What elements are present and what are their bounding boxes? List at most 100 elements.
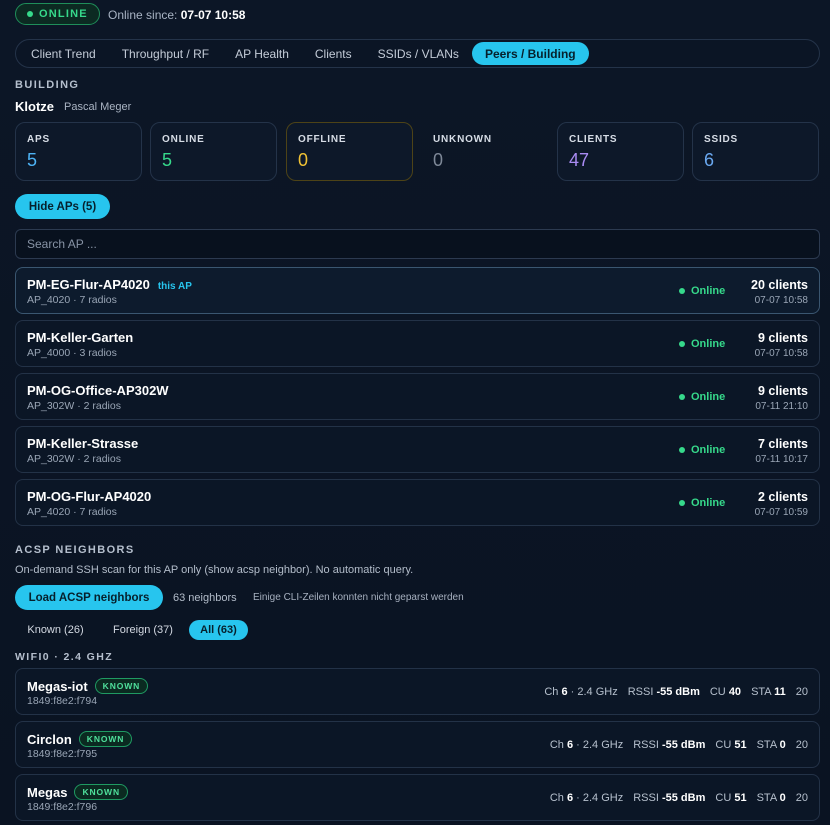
neighbor-row[interactable]: Megas KNOWN 1849:f8e2:f796 Ch 6 · 2.4 GHz… (15, 774, 820, 821)
neighbor-mac: 1849:f8e2:f795 (27, 748, 98, 760)
ap-row[interactable]: PM-OG-Office-AP302W AP_302W · 2 radios O… (15, 373, 820, 420)
ap-clients: 9 clients (757, 331, 808, 345)
ap-model: AP_4020 · 7 radios (27, 294, 117, 306)
sta-label: STA (751, 686, 772, 698)
ap-timestamp: 07-11 21:10 (755, 401, 808, 412)
status-dot-icon (679, 500, 685, 506)
building-section-label: BUILDING (15, 79, 80, 91)
neighbor-name: Circlon (27, 731, 72, 747)
band-value: · 2.4 GHz (570, 686, 618, 698)
ap-model: AP_4000 · 3 radios (27, 347, 117, 359)
this-ap-tag: this AP (157, 281, 192, 292)
ap-clients: 2 clients (757, 490, 808, 504)
sta-value: 11 (774, 686, 786, 698)
extra-value: 20 (795, 686, 808, 698)
ap-clients: 7 clients (757, 437, 808, 451)
neighbor-count: 63 neighbors (173, 592, 237, 604)
online-since: Online since: 07-07 10:58 (108, 8, 245, 22)
sta-label: STA (756, 739, 777, 751)
neighbor-meta: Ch 6 · 2.4 GHz RSSI -55 dBm CU 51 STA 0 20 (550, 792, 808, 804)
band-value: · 2.4 GHz (576, 739, 624, 751)
known-badge: KNOWN (78, 731, 133, 747)
status-dot-icon (27, 11, 33, 17)
ap-clients: 9 clients (757, 384, 808, 398)
ap-status: Online (691, 285, 726, 297)
status-dot-icon (679, 288, 685, 294)
ap-timestamp: 07-07 10:58 (754, 348, 808, 359)
ap-status: Online (691, 444, 726, 456)
filter-known[interactable]: Known (26) (18, 620, 93, 640)
ch-label: Ch (549, 792, 564, 804)
search-ap-input[interactable] (15, 229, 820, 259)
rssi-label: RSSI (633, 739, 659, 751)
building-owner: Pascal Meger (64, 101, 132, 113)
rssi-value: -55 dBm (661, 792, 706, 804)
sta-label: STA (756, 792, 777, 804)
stat-value: 47 (569, 150, 590, 170)
ap-status: Online (691, 391, 726, 403)
stat-value: 0 (433, 150, 444, 170)
ch-value: 6 (566, 739, 574, 751)
load-acsp-neighbors-button[interactable]: Load ACSP neighbors (15, 585, 163, 610)
ap-row[interactable]: PM-Keller-Garten AP_4000 · 3 radios Onli… (15, 320, 820, 367)
stat-value: 0 (298, 150, 309, 170)
cu-label: CU (715, 792, 732, 804)
cu-label: CU (709, 686, 726, 698)
status-dot-icon (679, 394, 685, 400)
acsp-section-label: ACSP NEIGHBORS (15, 544, 135, 556)
neighbor-name: Megas (27, 784, 68, 800)
cu-value: 51 (734, 792, 747, 804)
ap-row[interactable]: PM-EG-Flur-AP4020 this AP AP_4020 · 7 rad… (15, 267, 820, 314)
stat-label: OFFLINE (298, 134, 347, 145)
stat-card-aps: APS 5 (15, 122, 142, 181)
status-dot-icon (679, 447, 685, 453)
tab-throughput-rf[interactable]: Throughput / RF (109, 42, 222, 65)
cu-label: CU (715, 739, 732, 751)
stat-label: UNKNOWN (433, 134, 492, 145)
status-dot-icon (679, 341, 685, 347)
online-status-badge: ONLINE (15, 3, 100, 25)
filter-all[interactable]: All (63) (189, 620, 248, 640)
online-since-value: 07-07 10:58 (180, 8, 246, 22)
stat-card-unknown: UNKNOWN 0 (421, 122, 548, 181)
tab-ssids-vlans[interactable]: SSIDs / VLANs (365, 42, 472, 65)
sta-value: 0 (779, 792, 786, 804)
ap-timestamp: 07-07 10:59 (754, 507, 808, 518)
tab-client-trend[interactable]: Client Trend (18, 42, 109, 65)
neighbor-row[interactable]: Circlon KNOWN 1849:f8e2:f795 Ch 6 · 2.4 G… (15, 721, 820, 768)
ap-name: PM-OG-Flur-AP4020 (27, 489, 152, 504)
ap-name: PM-EG-Flur-AP4020 (27, 277, 150, 292)
rssi-label: RSSI (633, 792, 659, 804)
filter-foreign[interactable]: Foreign (37) (103, 620, 183, 640)
neighbor-name: Megas-iot (27, 678, 88, 694)
band-label: WIFI0 · 2.4 GHZ (15, 651, 114, 663)
stat-value: 6 (704, 150, 715, 170)
ap-clients: 20 clients (751, 278, 808, 292)
status-label: ONLINE (39, 8, 88, 20)
hide-aps-button[interactable]: Hide APs (5) (15, 194, 110, 219)
stat-card-offline: OFFLINE 0 (286, 122, 413, 181)
ap-model: AP_4020 · 7 radios (27, 506, 117, 518)
stat-value: 5 (27, 150, 38, 170)
ap-row[interactable]: PM-Keller-Strasse AP_302W · 2 radios Onl… (15, 426, 820, 473)
stat-value: 5 (162, 150, 173, 170)
neighbor-mac: 1849:f8e2:f794 (27, 695, 98, 707)
extra-value: 20 (795, 792, 808, 804)
stat-label: ONLINE (162, 134, 205, 145)
ap-name: PM-Keller-Strasse (27, 436, 139, 451)
ap-name: PM-Keller-Garten (27, 330, 134, 345)
online-since-label: Online since: (108, 8, 178, 22)
stat-card-clients: CLIENTS 47 (557, 122, 684, 181)
neighbor-row[interactable]: Megas-iot KNOWN 1849:f8e2:f794 Ch 6 · 2.4… (15, 668, 820, 715)
ap-timestamp: 07-07 10:58 (754, 295, 808, 306)
sta-value: 0 (779, 739, 786, 751)
tab-peers-building[interactable]: Peers / Building (471, 42, 589, 65)
ap-name: PM-OG-Office-AP302W (27, 383, 169, 398)
ch-value: 6 (561, 686, 568, 698)
ap-row[interactable]: PM-OG-Flur-AP4020 AP_4020 · 7 radios Onl… (15, 479, 820, 526)
rssi-label: RSSI (627, 686, 654, 698)
tab-clients[interactable]: Clients (302, 42, 365, 65)
ap-status: Online (691, 497, 726, 509)
ap-timestamp: 07-11 10:17 (755, 454, 808, 465)
tab-ap-health[interactable]: AP Health (222, 42, 302, 65)
